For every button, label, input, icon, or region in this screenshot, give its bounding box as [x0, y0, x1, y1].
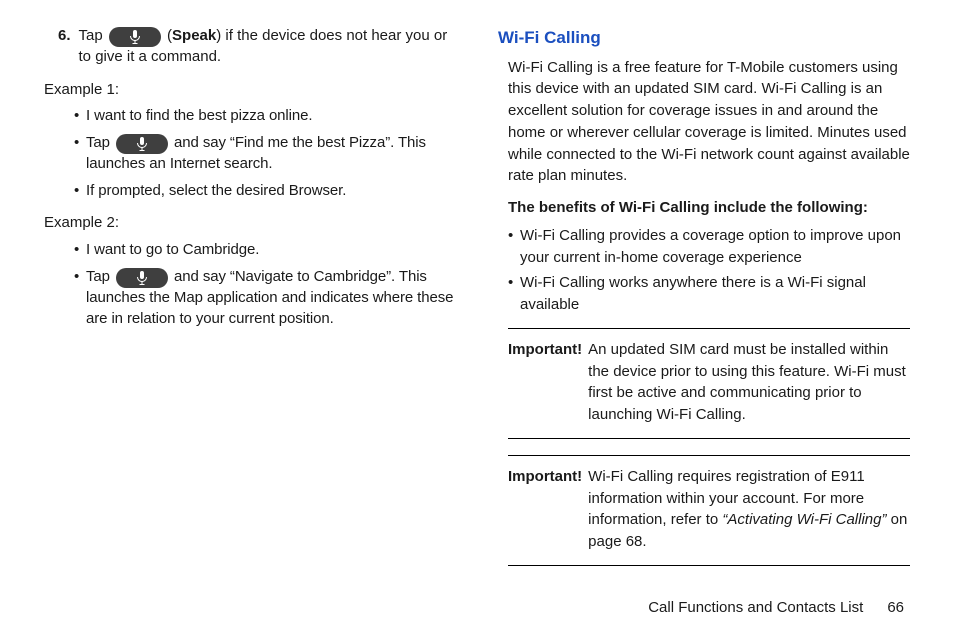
speak-icon: [116, 134, 168, 154]
benefits-list: Wi-Fi Calling provides a coverage option…: [508, 225, 910, 316]
speak-icon: [109, 27, 161, 47]
step-bold: Speak: [172, 27, 216, 44]
page-footer: Call Functions and Contacts List 66: [44, 599, 910, 616]
note-label: Important!: [508, 466, 582, 553]
step-number: 6.: [58, 26, 71, 68]
step-text-b: (: [163, 27, 172, 44]
list-item: Wi-Fi Calling works anywhere there is a …: [508, 272, 910, 316]
note-body: An updated SIM card must be installed wi…: [588, 339, 910, 426]
list-item: I want to find the best pizza online.: [74, 106, 456, 127]
list-item: Wi-Fi Calling provides a coverage option…: [508, 225, 910, 269]
page-number: 66: [887, 599, 904, 616]
important-note-2: Important! Wi-Fi Calling requires regist…: [508, 455, 910, 566]
list-item: If prompted, select the desired Browser.: [74, 181, 456, 202]
step-text: Tap (Speak) if the device does not hear …: [79, 26, 456, 68]
ex1-b2a: Tap: [86, 134, 114, 151]
example2-list: I want to go to Cambridge. Tap and say “…: [74, 240, 456, 329]
intro-paragraph: Wi-Fi Calling is a free feature for T-Mo…: [508, 57, 910, 188]
section-heading: Wi-Fi Calling: [498, 26, 910, 51]
note-body: Wi-Fi Calling requires registration of E…: [588, 466, 910, 553]
example1-list: I want to find the best pizza online. Ta…: [74, 106, 456, 201]
note-label: Important!: [508, 339, 582, 426]
step-6: 6. Tap (Speak) if the device does not he…: [58, 26, 456, 68]
footer-text: Call Functions and Contacts List: [648, 599, 863, 616]
benefits-title: The benefits of Wi-Fi Calling include th…: [508, 197, 910, 219]
step-text-a: Tap: [79, 27, 107, 44]
ex2-b2a: Tap: [86, 268, 114, 285]
list-item: Tap and say “Navigate to Cambridge”. Thi…: [74, 267, 456, 329]
list-item: Tap and say “Find me the best Pizza”. Th…: [74, 133, 456, 175]
example2-label: Example 2:: [44, 213, 456, 234]
right-column: Wi-Fi Calling Wi-Fi Calling is a free fe…: [498, 26, 910, 591]
example1-label: Example 1:: [44, 80, 456, 101]
left-column: 6. Tap (Speak) if the device does not he…: [44, 26, 456, 591]
speak-icon: [116, 268, 168, 288]
important-note-1: Important! An updated SIM card must be i…: [508, 328, 910, 439]
list-item: I want to go to Cambridge.: [74, 240, 456, 261]
note2-ref: “Activating Wi-Fi Calling”: [722, 511, 886, 528]
